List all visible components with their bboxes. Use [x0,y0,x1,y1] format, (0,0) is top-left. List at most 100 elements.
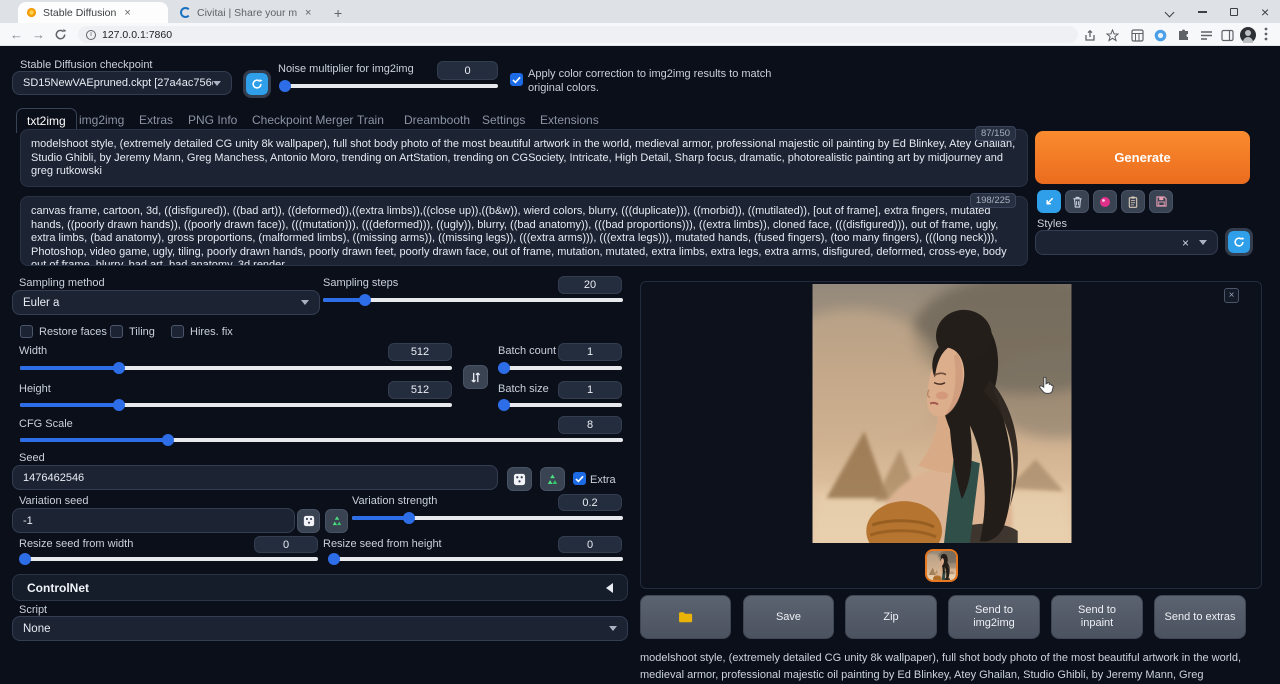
resize-seed-width-slider[interactable] [20,557,318,561]
resize-seed-height-slider[interactable] [329,557,623,561]
swap-arrows-icon [470,371,481,384]
batch-count-label: Batch count [498,345,556,357]
restore-faces-checkbox[interactable] [20,325,33,338]
window-menu-chevron-icon[interactable] [1166,9,1173,16]
zip-button[interactable]: Zip [845,595,937,639]
close-gallery-icon[interactable]: × [1224,288,1239,303]
floppy-save-icon [1156,196,1167,207]
accordion-collapsed-icon [606,583,613,593]
address-bar[interactable]: i 127.0.0.1:7860 [78,26,1078,43]
extra-networks-button[interactable] [1093,190,1117,213]
gallery-thumbnail[interactable] [925,549,958,582]
prompt-counter: 87/150 [975,126,1016,141]
reading-list-icon[interactable] [1200,29,1213,47]
generate-button[interactable]: Generate [1035,131,1250,184]
window-close-icon[interactable]: × [1261,4,1269,20]
variation-seed-label: Variation seed [19,495,89,507]
side-panel-icon[interactable] [1221,29,1234,47]
refresh-checkpoint-button[interactable] [246,73,268,95]
resize-seed-width-value[interactable]: 0 [254,536,318,553]
noise-multiplier-value[interactable]: 0 [437,61,498,80]
palette-icon [1099,196,1111,208]
reload-icon[interactable] [54,28,67,46]
window-minimize-icon[interactable] [1198,6,1207,13]
check-icon [575,475,584,483]
reuse-variation-seed-button[interactable] [325,509,348,533]
browser-tab-civitai[interactable]: Civitai | Share your models × [172,2,324,23]
controlnet-accordion[interactable]: ControlNet [12,574,628,601]
chevron-down-icon [213,81,221,86]
open-folder-button[interactable] [640,595,731,639]
random-seed-button[interactable] [507,467,532,491]
checkpoint-dropdown[interactable]: SD15NewVAEpruned.ckpt [27a4ac756c] [12,71,232,95]
screen: Stable Diffusion × Civitai | Share your … [0,0,1280,684]
styles-dropdown[interactable]: × [1035,230,1218,255]
cfg-scale-slider[interactable] [20,438,623,442]
negative-prompt-textarea[interactable]: canvas frame, cartoon, 3d, ((disfigured)… [20,196,1028,266]
folder-icon [678,611,693,623]
batch-size-value[interactable]: 1 [558,381,622,399]
new-tab-button[interactable]: + [334,5,342,21]
resize-seed-height-value[interactable]: 0 [558,536,622,553]
batch-count-slider[interactable] [498,366,622,370]
paste-params-button[interactable] [1037,190,1061,213]
reuse-seed-button[interactable] [540,467,565,491]
apply-style-button[interactable] [1121,190,1145,213]
refresh-styles-button[interactable] [1228,231,1250,253]
restore-faces-label: Restore faces [39,326,107,338]
bookmark-star-icon[interactable] [1106,29,1119,47]
send-to-extras-button[interactable]: Send to extras [1154,595,1246,639]
width-slider[interactable] [20,366,452,370]
clear-styles-icon[interactable]: × [1182,236,1189,250]
sampling-steps-value[interactable]: 20 [558,276,622,294]
extension-grid-icon[interactable] [1131,29,1144,47]
clear-prompt-button[interactable] [1065,190,1089,213]
batch-count-value[interactable]: 1 [558,343,622,361]
height-slider[interactable] [20,403,452,407]
sampling-method-dropdown[interactable]: Euler a [12,290,320,315]
variation-strength-slider[interactable] [352,516,623,520]
random-variation-seed-button[interactable] [297,509,320,533]
window-maximize-icon[interactable] [1230,8,1238,16]
chevron-down-icon [609,626,617,631]
back-icon[interactable]: ← [10,27,23,42]
tiling-checkbox[interactable] [110,325,123,338]
refresh-icon [1233,236,1245,248]
seed-input[interactable]: 1476462546 [12,465,498,490]
save-button[interactable]: Save [743,595,834,639]
tab-close-icon[interactable]: × [124,7,130,19]
variation-strength-label: Variation strength [352,495,437,507]
extra-seed-checkbox[interactable] [573,472,586,485]
seed-label: Seed [19,452,45,464]
checkpoint-label: Stable Diffusion checkpoint [20,59,153,71]
hires-fix-checkbox[interactable] [171,325,184,338]
script-dropdown[interactable]: None [12,616,628,641]
variation-seed-input[interactable]: -1 [12,508,295,533]
tab-close-icon[interactable]: × [305,7,311,19]
browser-tab-stable-diffusion[interactable]: Stable Diffusion × [18,2,168,23]
height-value[interactable]: 512 [388,381,452,399]
color-correction-checkbox[interactable] [510,73,523,86]
prompt-textarea[interactable]: modelshoot style, (extremely detailed CG… [20,129,1028,187]
browser-menu-dots-icon[interactable] [1264,27,1268,46]
extension-blue-icon[interactable] [1154,29,1167,47]
site-info-icon[interactable]: i [86,30,96,40]
noise-multiplier-slider[interactable] [281,84,498,88]
send-to-img2img-button[interactable]: Send to img2img [948,595,1040,639]
cfg-scale-value[interactable]: 8 [558,416,622,434]
resize-seed-width-label: Resize seed from width [19,538,133,550]
tab-title: Stable Diffusion [43,7,116,19]
save-style-button[interactable] [1149,190,1173,213]
width-value[interactable]: 512 [388,343,452,361]
share-icon[interactable] [1084,29,1096,47]
send-to-inpaint-button[interactable]: Send to inpaint [1051,595,1143,639]
variation-strength-value[interactable]: 0.2 [558,494,622,511]
profile-avatar[interactable] [1240,27,1256,43]
swap-dimensions-button[interactable] [463,365,488,389]
forward-icon[interactable]: → [32,27,45,42]
extensions-puzzle-icon[interactable] [1177,29,1190,47]
tiling-label: Tiling [129,326,155,338]
generated-image[interactable] [812,284,1072,543]
sampling-steps-slider[interactable] [323,298,623,302]
batch-size-slider[interactable] [498,403,622,407]
